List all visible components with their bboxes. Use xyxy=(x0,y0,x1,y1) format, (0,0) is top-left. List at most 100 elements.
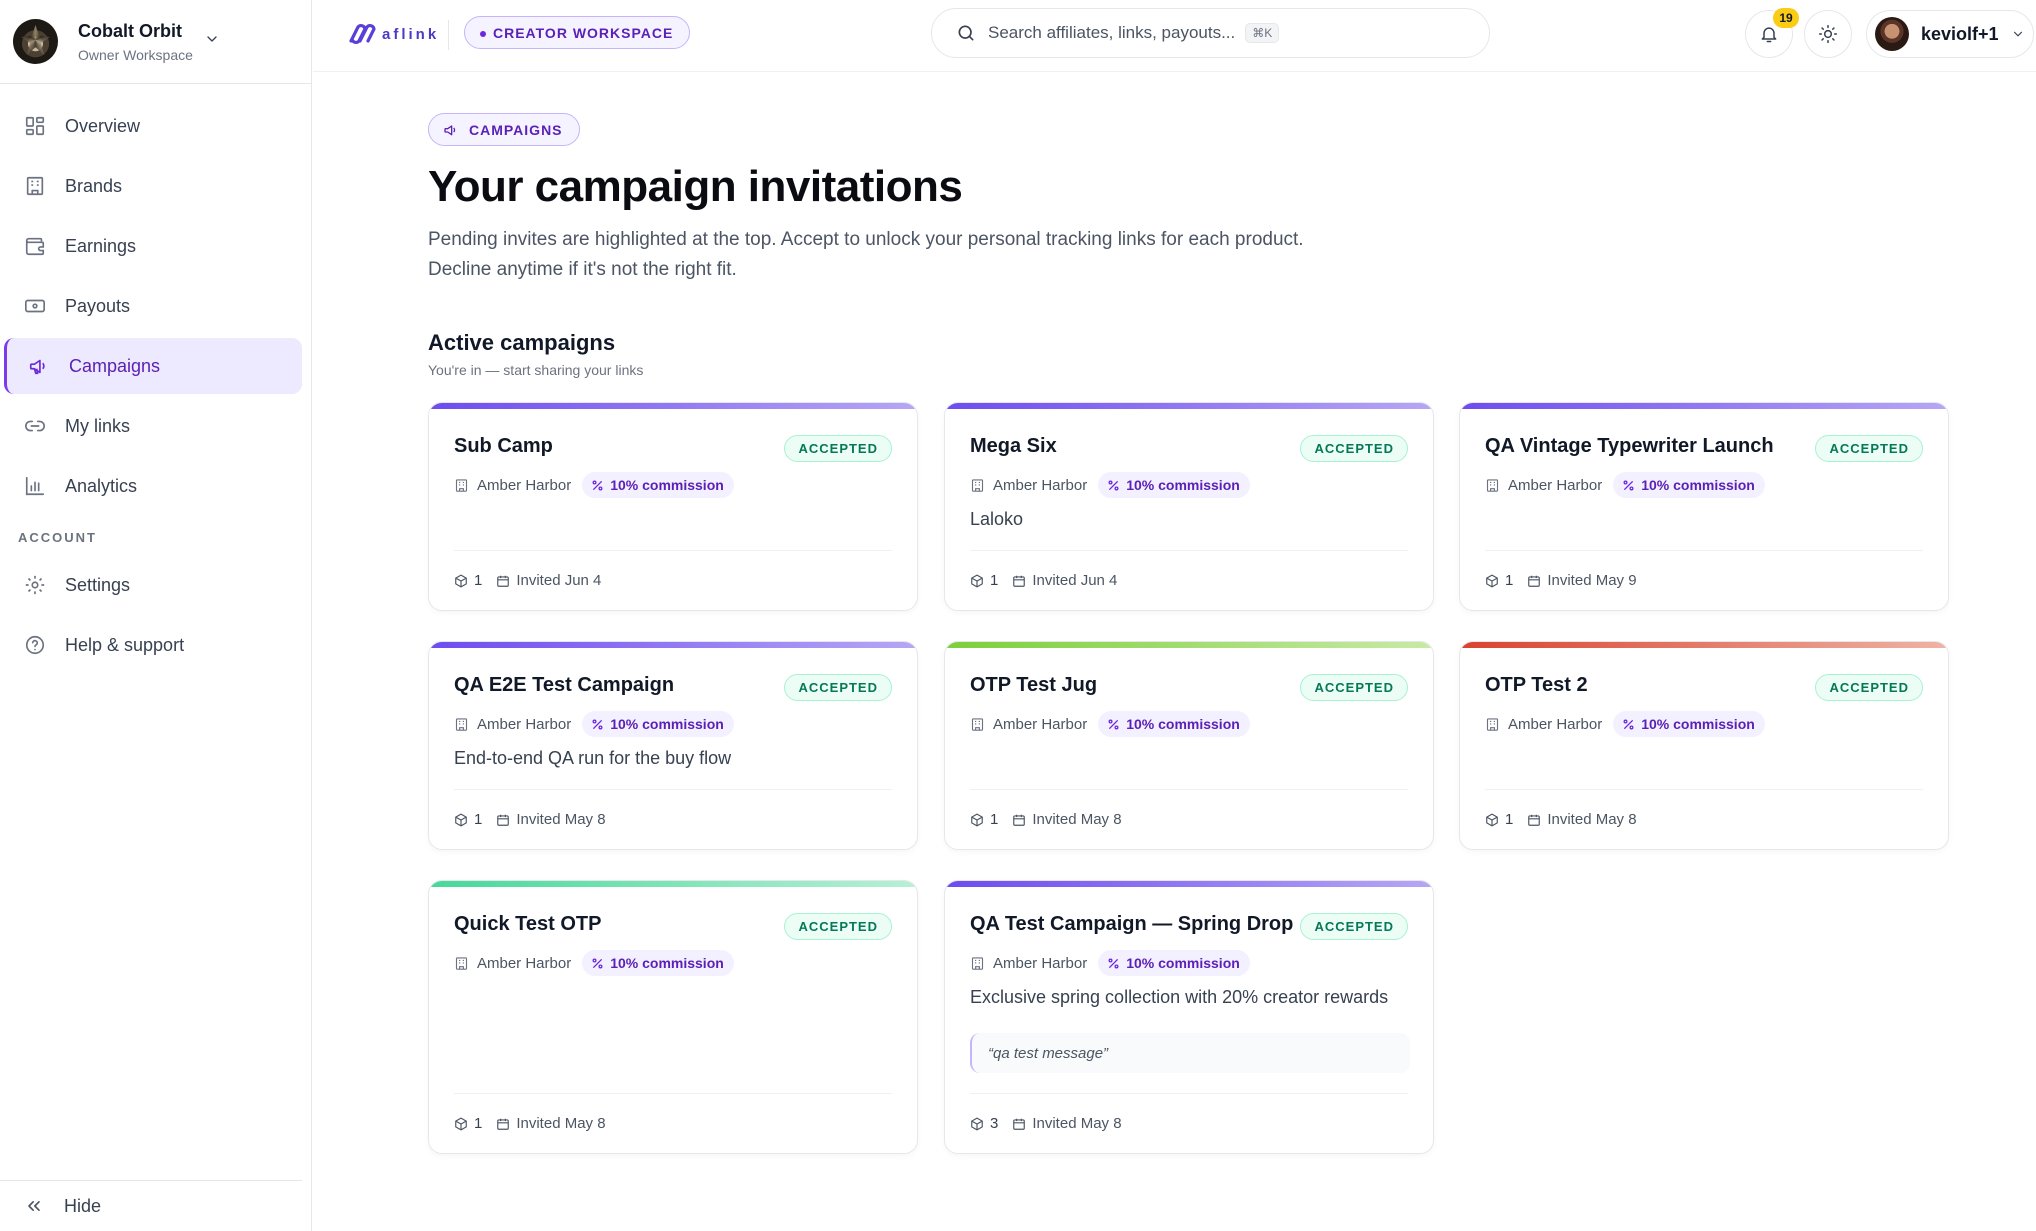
megaphone-icon xyxy=(29,359,45,375)
active-campaigns-title: Active campaigns xyxy=(428,330,616,355)
wallet-icon xyxy=(25,237,45,256)
bar-chart-icon xyxy=(25,476,45,496)
campaign-card[interactable]: QA Test Campaign — Spring Drop ACCEPTED … xyxy=(944,880,1434,1154)
campaign-card[interactable]: Quick Test OTP ACCEPTED Amber Harbor 10%… xyxy=(428,880,918,1154)
campaign-brand: Amber Harbor xyxy=(477,715,572,733)
campaign-card[interactable]: Mega Six ACCEPTED Amber Harbor 10% commi… xyxy=(944,402,1434,611)
building-icon xyxy=(1486,478,1499,492)
status-badge: ACCEPTED xyxy=(784,674,892,701)
campaign-meta: Amber Harbor 10% commission xyxy=(970,711,1250,737)
invited-date: Invited Jun 4 xyxy=(1032,572,1118,589)
search-input[interactable]: Search affiliates, links, payouts... xyxy=(988,23,1235,43)
theme-toggle-button[interactable] xyxy=(1804,10,1852,58)
campaign-card[interactable]: QA Vintage Typewriter Launch ACCEPTED Am… xyxy=(1459,402,1949,611)
sidebar-item-my-links[interactable]: My links xyxy=(4,398,302,454)
percent-icon xyxy=(592,480,603,490)
status-badge: ACCEPTED xyxy=(1300,435,1408,462)
search-icon xyxy=(958,25,974,41)
sidebar-item-campaigns[interactable]: Campaigns xyxy=(4,338,302,394)
campaign-card[interactable]: OTP Test Jug ACCEPTED Amber Harbor 10% c… xyxy=(944,641,1434,850)
commission-label: 10% commission xyxy=(1126,716,1240,732)
user-name: keviolf+1 xyxy=(1921,23,1999,44)
commission-label: 10% commission xyxy=(1126,955,1240,971)
workspace-switcher[interactable]: Cobalt Orbit Owner Workspace xyxy=(0,0,311,84)
help-circle-icon xyxy=(25,635,45,655)
campaign-meta: Amber Harbor 10% commission xyxy=(454,472,734,498)
page-title: Your campaign invitations xyxy=(428,162,963,211)
card-footer: 1 Invited May 8 xyxy=(970,789,1408,849)
notifications-badge: 19 xyxy=(1773,8,1799,28)
campaign-title: Quick Test OTP xyxy=(454,913,602,935)
invited-date: Invited May 8 xyxy=(516,811,606,828)
card-footer: 1 Invited Jun 4 xyxy=(970,550,1408,610)
package-icon xyxy=(971,1117,983,1130)
campaign-meta: Amber Harbor 10% commission xyxy=(1485,711,1765,737)
commission-label: 10% commission xyxy=(610,955,724,971)
bell-icon xyxy=(1761,27,1777,43)
sidebar-item-label: Earnings xyxy=(65,235,137,256)
brand-name: aflink xyxy=(382,25,440,43)
sidebar-item-earnings[interactable]: Earnings xyxy=(4,218,302,274)
sidebar-item-label: Overview xyxy=(65,115,141,136)
card-accent-bar xyxy=(945,403,1433,409)
brand-logo[interactable]: aflink xyxy=(346,21,439,47)
workspace-avatar xyxy=(13,19,58,64)
campaign-card[interactable]: QA E2E Test Campaign ACCEPTED Amber Harb… xyxy=(428,641,918,850)
section-pill: CAMPAIGNS xyxy=(428,113,580,146)
campaign-card[interactable]: Sub Camp ACCEPTED Amber Harbor 10% commi… xyxy=(428,402,918,611)
sidebar-item-overview[interactable]: Overview xyxy=(4,98,302,154)
calendar-icon xyxy=(1013,814,1026,826)
percent-icon xyxy=(1623,719,1634,729)
workspace-mode-pill[interactable]: CREATOR WORKSPACE xyxy=(464,16,691,49)
product-count: 1 xyxy=(474,572,483,589)
sun-icon xyxy=(1818,24,1838,44)
campaign-title: QA E2E Test Campaign xyxy=(454,674,675,696)
sidebar-item-payouts[interactable]: Payouts xyxy=(4,278,302,334)
hide-sidebar-button[interactable]: Hide xyxy=(0,1180,302,1231)
card-footer: 1 Invited Jun 4 xyxy=(454,550,892,610)
search-bar[interactable]: Search affiliates, links, payouts... ⌘K xyxy=(931,8,1490,58)
workspace-role: Owner Workspace xyxy=(78,46,193,63)
user-menu[interactable]: keviolf+1 xyxy=(1866,10,2034,58)
product-count: 1 xyxy=(1505,811,1514,828)
topbar: aflink CREATOR WORKSPACE Search affiliat… xyxy=(313,0,2036,72)
calendar-icon xyxy=(1528,575,1541,587)
account-section-label: ACCOUNT xyxy=(18,530,97,545)
chevrons-left-icon xyxy=(28,1201,40,1211)
card-footer: 1 Invited May 9 xyxy=(1485,550,1923,610)
package-icon xyxy=(455,574,467,587)
chevron-down-icon xyxy=(2013,31,2022,37)
status-badge: ACCEPTED xyxy=(1300,674,1408,701)
campaign-grid: Sub Camp ACCEPTED Amber Harbor 10% commi… xyxy=(428,402,1949,1222)
megaphone-icon xyxy=(444,124,456,135)
divider xyxy=(448,20,449,50)
sidebar-item-settings[interactable]: Settings xyxy=(4,557,302,613)
active-campaigns-subtitle: You're in — start sharing your links xyxy=(428,362,644,378)
package-icon xyxy=(971,813,983,826)
building-icon xyxy=(971,956,984,970)
commission-label: 10% commission xyxy=(1126,477,1240,493)
invited-date: Invited May 9 xyxy=(1547,572,1637,589)
notifications-button[interactable]: 19 xyxy=(1745,8,1799,58)
status-badge: ACCEPTED xyxy=(1815,674,1923,701)
calendar-icon xyxy=(497,814,510,826)
sidebar-item-brands[interactable]: Brands xyxy=(4,158,302,214)
sidebar-item-label: Campaigns xyxy=(69,355,161,376)
package-icon xyxy=(1486,813,1498,826)
campaign-title: Mega Six xyxy=(970,435,1057,457)
calendar-icon xyxy=(1528,814,1541,826)
card-accent-bar xyxy=(429,403,917,409)
package-icon xyxy=(1486,574,1498,587)
section-pill-label: CAMPAIGNS xyxy=(469,121,563,138)
card-footer: 1 Invited May 8 xyxy=(1485,789,1923,849)
product-count: 1 xyxy=(474,811,483,828)
campaign-brand: Amber Harbor xyxy=(1508,476,1603,494)
commission-badge: 10% commission xyxy=(1098,711,1250,737)
sidebar-item-help[interactable]: Help & support xyxy=(4,617,302,673)
percent-icon xyxy=(1108,958,1119,968)
package-icon xyxy=(971,574,983,587)
card-accent-bar xyxy=(429,881,917,887)
sidebar-item-analytics[interactable]: Analytics xyxy=(4,458,302,514)
campaign-card[interactable]: OTP Test 2 ACCEPTED Amber Harbor 10% com… xyxy=(1459,641,1949,850)
card-footer: 3 Invited May 8 xyxy=(970,1093,1408,1153)
